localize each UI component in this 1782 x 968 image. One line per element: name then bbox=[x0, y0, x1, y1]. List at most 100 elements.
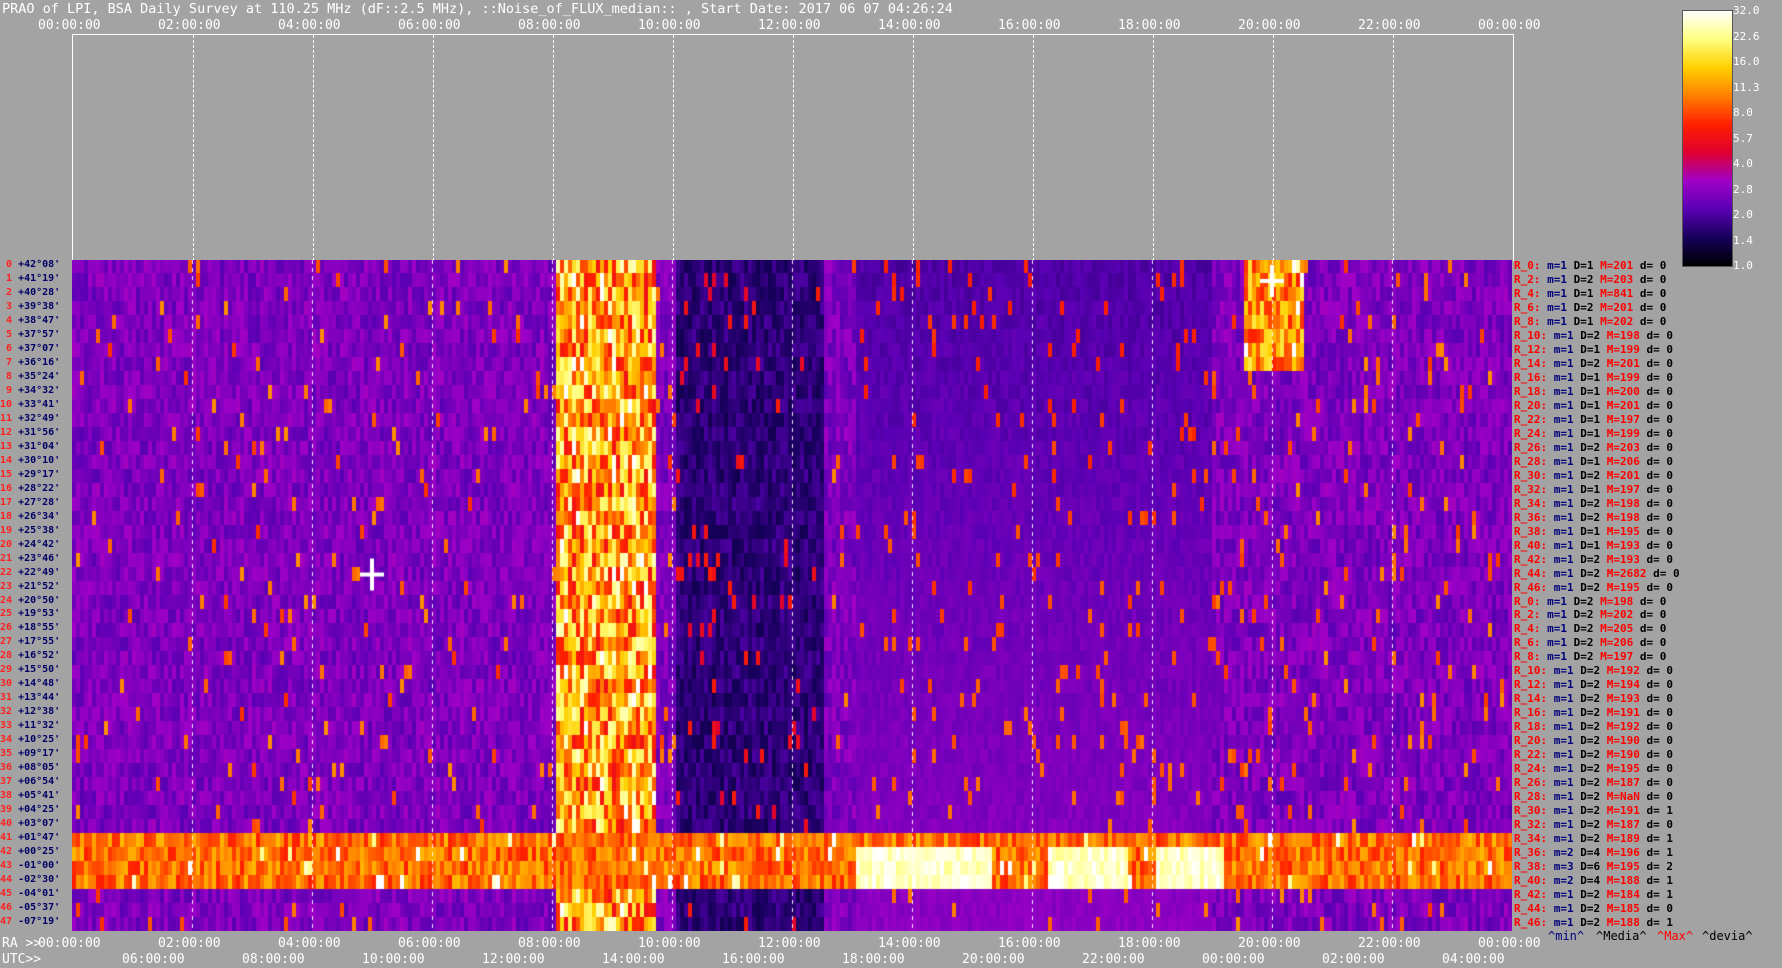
row-min: m=1 bbox=[1547, 398, 1574, 412]
ra-axis-tick: 06:00:00 bbox=[398, 936, 461, 951]
row-name: R_0: bbox=[1514, 594, 1541, 608]
colorbar-tick: 32.0 bbox=[1733, 4, 1760, 17]
declination-label: 28 +16°52' bbox=[0, 651, 60, 661]
utc-axis-tick: 00:00:00 bbox=[1202, 952, 1265, 967]
row-stat: R_32: m=1 D=1 M=197 d= 0 bbox=[1514, 484, 1673, 495]
row-median: D=1 bbox=[1567, 314, 1594, 328]
row-devia: d= 1 bbox=[1639, 888, 1673, 902]
ra-axis-tick: 10:00:00 bbox=[638, 936, 701, 951]
declination-value: +09°17' bbox=[18, 748, 61, 760]
plot-frame bbox=[72, 34, 1514, 261]
row-max: M=187 bbox=[1600, 818, 1640, 832]
row-name: R_24: bbox=[1514, 426, 1548, 440]
declination-label: 11 +32°49' bbox=[0, 413, 60, 424]
row-min: m=1 bbox=[1547, 818, 1574, 832]
row-median: D=2 bbox=[1573, 664, 1601, 678]
colorbar-tick: 22.6 bbox=[1733, 29, 1760, 43]
row-name: R_32: bbox=[1514, 482, 1548, 496]
row-max: M=195 bbox=[1600, 580, 1640, 594]
colorbar-tick: 2.0 bbox=[1733, 208, 1753, 221]
utc-axis-tick: 08:00:00 bbox=[242, 952, 305, 967]
row-median: D=4 bbox=[1573, 846, 1601, 860]
row-median: D=1 bbox=[1573, 482, 1601, 496]
row-max: M=195 bbox=[1600, 762, 1640, 776]
declination-label: 43 -01°00' bbox=[0, 861, 60, 871]
row-index: 4 bbox=[0, 314, 19, 326]
row-devia: d= 1 bbox=[1639, 832, 1673, 846]
row-median: D=1 bbox=[1567, 259, 1594, 272]
row-median: D=2 bbox=[1573, 888, 1601, 902]
declination-value: +15°50' bbox=[18, 664, 61, 676]
row-devia: d= 0 bbox=[1639, 370, 1673, 384]
row-min: m=1 bbox=[1540, 608, 1567, 622]
top-axis-tick: 00:00:00 bbox=[38, 18, 101, 33]
row-median: D=2 bbox=[1573, 818, 1601, 832]
declination-value: +27°28' bbox=[18, 496, 61, 508]
declination-value: +26°34' bbox=[18, 510, 61, 522]
row-index: 25 bbox=[0, 608, 19, 620]
row-devia: d= 0 bbox=[1639, 664, 1673, 678]
declination-label: 19 +25°38' bbox=[0, 524, 60, 536]
row-max: M=198 bbox=[1593, 594, 1634, 608]
row-name: R_24: bbox=[1514, 762, 1548, 776]
row-devia: d= 0 bbox=[1639, 776, 1673, 790]
row-devia: d= 0 bbox=[1633, 622, 1667, 636]
row-index: 19 bbox=[0, 524, 19, 536]
declination-label: 24 +20°50' bbox=[0, 594, 61, 606]
row-min: m=3 bbox=[1547, 860, 1574, 874]
declination-value: +24°42' bbox=[18, 538, 61, 550]
declination-value: +39°38' bbox=[18, 300, 61, 312]
row-devia: d= 0 bbox=[1633, 259, 1667, 272]
row-max: M=201 bbox=[1600, 468, 1640, 482]
row-name: R_2: bbox=[1514, 608, 1541, 622]
declination-value: +33°41' bbox=[18, 398, 61, 410]
row-stat: R_40: m=2 D=4 M=188 d= 1 bbox=[1514, 875, 1673, 886]
row-name: R_46: bbox=[1514, 580, 1548, 594]
declination-value: +20°50' bbox=[18, 594, 61, 606]
declination-label: 10 +33°41' bbox=[0, 398, 61, 410]
row-median: D=1 bbox=[1573, 538, 1601, 552]
row-devia: d= 0 bbox=[1633, 314, 1667, 328]
row-median: D=2 bbox=[1573, 678, 1601, 692]
declination-value: +34°32' bbox=[18, 384, 61, 396]
row-name: R_22: bbox=[1514, 412, 1548, 426]
row-name: R_26: bbox=[1514, 440, 1548, 454]
row-max: M=194 bbox=[1600, 678, 1640, 692]
declination-label: 16 +28°22' bbox=[0, 483, 60, 494]
top-axis-tick: 00:00:00 bbox=[1478, 18, 1541, 33]
row-index: 45 bbox=[0, 888, 19, 900]
declination-label: 32 +12°38' bbox=[0, 707, 60, 717]
row-min: m=1 bbox=[1540, 272, 1567, 286]
row-max: M=189 bbox=[1600, 832, 1640, 846]
top-axis-tick: 18:00:00 bbox=[1118, 18, 1181, 33]
row-min: m=1 bbox=[1547, 580, 1574, 594]
declination-value: -01°00' bbox=[18, 860, 61, 872]
top-axis-tick: 20:00:00 bbox=[1238, 18, 1301, 33]
row-index: 42 bbox=[0, 846, 19, 858]
row-median: D=2 bbox=[1573, 902, 1601, 916]
row-devia: d= 0 bbox=[1633, 636, 1667, 650]
row-max: M=196 bbox=[1600, 846, 1640, 860]
row-median: D=2 bbox=[1573, 566, 1601, 580]
chart-title: PRAO of LPI, BSA Daily Survey at 110.25 … bbox=[2, 1, 953, 17]
row-index: 8 bbox=[0, 370, 19, 382]
declination-label: 27 +17°55' bbox=[0, 637, 60, 647]
utc-axis-tick: 12:00:00 bbox=[482, 952, 545, 967]
row-max: M=198 bbox=[1600, 328, 1640, 342]
utc-axis-tick: 04:00:00 bbox=[1442, 952, 1505, 967]
declination-label: 35 +09°17' bbox=[0, 749, 60, 759]
row-devia: d= 0 bbox=[1639, 524, 1673, 538]
row-stat: R_34: m=1 D=2 M=198 d= 0 bbox=[1514, 498, 1673, 509]
row-devia: d= 0 bbox=[1639, 762, 1673, 776]
row-min: m=1 bbox=[1547, 538, 1574, 552]
row-max: M=201 bbox=[1600, 398, 1640, 412]
row-max: M=199 bbox=[1600, 370, 1640, 384]
row-index: 36 bbox=[0, 762, 19, 774]
row-stat: R_32: m=1 D=2 M=187 d= 0 bbox=[1514, 819, 1673, 830]
row-index: 31 bbox=[0, 692, 19, 704]
row-min: m=1 bbox=[1547, 832, 1574, 846]
row-median: D=2 bbox=[1573, 734, 1601, 748]
row-median: D=1 bbox=[1573, 454, 1601, 468]
row-stat: R_16: m=1 D=2 M=191 d= 0 bbox=[1514, 707, 1673, 718]
declination-label: 8 +35°24' bbox=[0, 370, 60, 382]
